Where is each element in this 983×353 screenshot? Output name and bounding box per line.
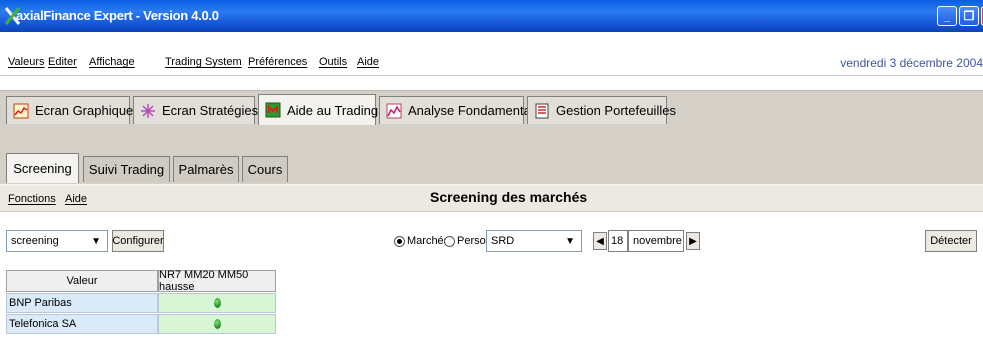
header-label: NR7 MM20 MM50 hausse — [159, 269, 249, 293]
day-field[interactable]: 18 — [608, 230, 628, 252]
tab-label: Ecran Graphiques — [35, 103, 140, 118]
menu-editer[interactable]: Editer — [48, 56, 77, 68]
radio-perso-label: Perso. — [457, 235, 489, 247]
screening-toolbar: screening ▼ Configurer Marchés Perso. SR… — [0, 220, 983, 254]
tab-analyse-fondamentale[interactable]: Analyse Fondamentale — [379, 96, 541, 124]
menu-aide-screening[interactable]: Aide — [65, 193, 87, 205]
tab-label: Screening — [13, 161, 72, 176]
table-row-signal[interactable] — [158, 314, 276, 334]
table-row-name[interactable]: Telefonica SA — [6, 314, 158, 334]
menu-trading-system[interactable]: Trading System — [165, 56, 242, 68]
radio-marches[interactable] — [394, 236, 405, 247]
menu-preferences[interactable]: Préférences — [248, 56, 307, 68]
menu-fonctions[interactable]: Fonctions — [8, 193, 56, 205]
chevron-left-icon: ◀ — [596, 235, 604, 247]
trading-aid-icon — [265, 102, 281, 118]
security-name: BNP Paribas — [9, 297, 72, 309]
maximize-button[interactable]: ❐ — [959, 6, 979, 26]
chevron-right-icon: ▶ — [689, 235, 697, 247]
portfolio-icon — [535, 103, 549, 118]
tab-label: Gestion Portefeuilles — [556, 103, 676, 118]
security-name: Telefonica SA — [9, 318, 77, 330]
tab-label: Ecran Stratégies — [162, 103, 259, 118]
tab-screening[interactable]: Screening — [6, 153, 79, 183]
chevron-down-icon: ▼ — [565, 236, 575, 247]
page-title: Screening des marchés — [430, 189, 588, 205]
menu-bar: Valeurs Editer Affichage Trading System … — [0, 52, 983, 76]
chevron-down-icon: ▼ — [91, 236, 101, 247]
minimize-icon: _ — [943, 9, 951, 23]
screening-results-table: Valeur NR7 MM20 MM50 hausse BNP Paribas … — [6, 269, 276, 353]
chart-icon — [13, 103, 29, 118]
column-header-valeur[interactable]: Valeur — [6, 270, 158, 292]
tab-label: Analyse Fondamentale — [408, 103, 541, 118]
current-date: vendredi 3 décembre 2004 — [840, 56, 983, 70]
main-tab-strip: Ecran Graphiques Ecran Stratégies Aide a… — [0, 90, 983, 130]
tab-gestion-portefeuilles[interactable]: Gestion Portefeuilles — [527, 96, 676, 124]
tab-palmares[interactable]: Palmarès — [173, 156, 239, 182]
menu-outils[interactable]: Outils — [319, 56, 347, 68]
strategy-icon — [141, 103, 155, 118]
restore-icon: ❐ — [963, 9, 975, 23]
window-title: axialFinance Expert - Version 4.0.0 — [16, 8, 219, 23]
tab-cours[interactable]: Cours — [242, 156, 288, 182]
previous-date-button[interactable]: ◀ — [593, 232, 607, 250]
month-field[interactable]: novembre — [628, 230, 684, 252]
signal-dot-icon — [213, 298, 221, 308]
tab-aide-au-trading[interactable]: Aide au Trading — [258, 94, 379, 125]
day-value: 18 — [611, 235, 624, 247]
column-header-signal[interactable]: NR7 MM20 MM50 hausse — [158, 269, 276, 293]
configure-label: Configurer — [112, 235, 164, 247]
signal-dot-icon — [213, 319, 221, 329]
window-title-bar[interactable]: axialFinance Expert - Version 4.0.0 _ ❐ — [0, 0, 983, 32]
radio-marches-label: Marchés — [407, 235, 450, 247]
function-bar: Fonctions Aide Screening des marchés — [0, 186, 983, 212]
menu-affichage[interactable]: Affichage — [89, 56, 135, 68]
sub-tab-strip: Screening Suivi Trading Palmarès Cours — [0, 130, 983, 186]
radio-perso[interactable] — [444, 236, 455, 247]
minimize-button[interactable]: _ — [937, 6, 957, 26]
month-value: novembre — [633, 235, 682, 247]
fundamental-icon — [386, 103, 402, 118]
tab-label: Palmarès — [178, 162, 234, 177]
tab-ecran-strategies[interactable]: Ecran Stratégies — [133, 96, 259, 124]
detect-button[interactable]: Détecter — [925, 230, 977, 252]
market-select[interactable]: SRD ▼ — [486, 230, 582, 252]
screening-select-value: screening — [11, 235, 59, 247]
tab-label: Cours — [247, 162, 283, 177]
table-row-signal[interactable] — [158, 293, 276, 313]
menu-aide[interactable]: Aide — [357, 56, 379, 68]
next-date-button[interactable]: ▶ — [686, 232, 700, 250]
configure-button[interactable]: Configurer — [112, 230, 164, 252]
menu-valeurs[interactable]: Valeurs — [8, 56, 44, 68]
tab-ecran-graphiques[interactable]: Ecran Graphiques — [6, 96, 140, 124]
header-label: Valeur — [66, 275, 98, 287]
detect-label: Détecter — [930, 235, 972, 247]
market-select-value: SRD — [491, 235, 515, 247]
screening-select[interactable]: screening ▼ — [6, 230, 108, 252]
tab-label: Aide au Trading — [287, 102, 379, 118]
tab-label: Suivi Trading — [88, 162, 165, 177]
tab-suivi-trading[interactable]: Suivi Trading — [83, 156, 170, 182]
table-row-name[interactable]: BNP Paribas — [6, 293, 158, 313]
